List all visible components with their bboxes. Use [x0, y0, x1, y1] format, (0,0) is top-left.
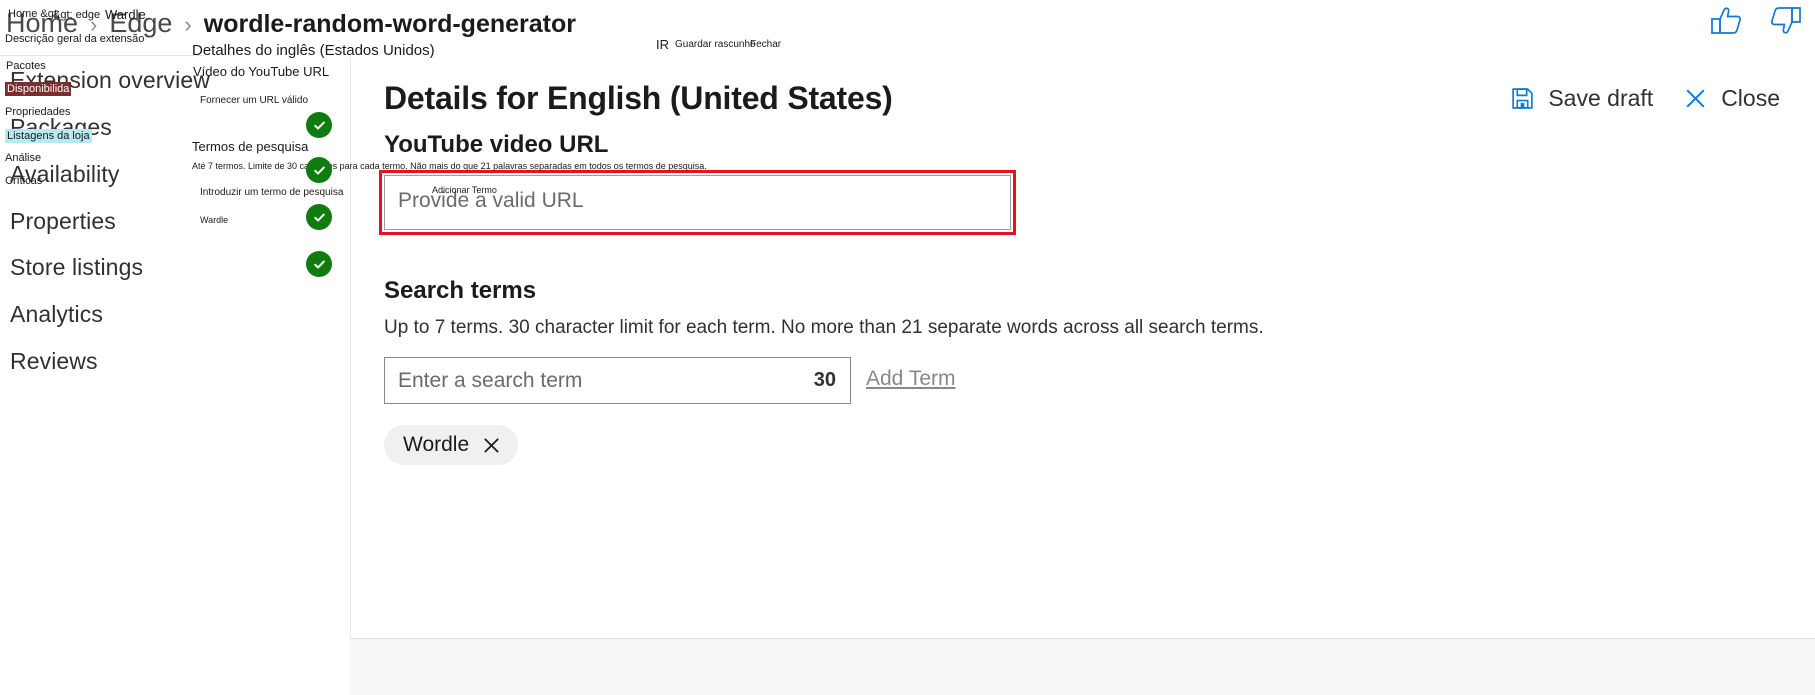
sidebar-item-reviews[interactable]: Reviews: [10, 348, 98, 375]
breadcrumb-item-current: wordle-random-word-generator: [203, 10, 576, 38]
status-check-icon: [306, 251, 332, 277]
sidebar-item-availability[interactable]: Availability: [10, 161, 119, 188]
close-label: Close: [1721, 85, 1780, 111]
save-draft-label: Save draft: [1548, 85, 1654, 111]
breadcrumb-item-edge[interactable]: Edge: [109, 8, 172, 39]
breadcrumb: Home › Edge › wordle-random-word-generat…: [6, 8, 576, 39]
overlay-close-label: Fechar: [750, 39, 782, 50]
remove-chip-icon[interactable]: [482, 436, 501, 455]
panel-footer-area: [350, 639, 1815, 695]
search-term-input[interactable]: Enter a search term 30: [384, 357, 851, 404]
sidebar-item-analytics[interactable]: Analytics: [10, 301, 103, 328]
left-divider: [0, 55, 203, 56]
search-term-char-counter: 30: [813, 369, 836, 391]
save-icon: [1510, 86, 1535, 111]
app-root: Home › Edge › wordle-random-word-generat…: [0, 0, 1815, 695]
search-term-placeholder: Enter a search term: [398, 369, 583, 392]
feedback-icons: [1709, 6, 1803, 36]
sidebar-item-packages[interactable]: Packages: [10, 114, 112, 141]
add-term-button[interactable]: Add Term: [866, 367, 956, 391]
close-button[interactable]: Close: [1683, 85, 1780, 112]
search-term-chip[interactable]: Wordle: [384, 425, 519, 465]
search-terms-description: Up to 7 terms. 30 character limit for ea…: [384, 317, 1264, 338]
youtube-section-heading: YouTube video URL: [384, 131, 609, 158]
breadcrumb-separator-icon: ›: [184, 12, 192, 37]
overlay-save-draft-label: Guardar rascunho: [675, 39, 756, 50]
thumbs-up-icon[interactable]: [1709, 6, 1743, 36]
sidebar-item-store-listings[interactable]: Store listings: [10, 254, 143, 281]
youtube-url-placeholder: Provide a valid URL: [398, 189, 584, 212]
sidebar: Extension overview Packages Availability…: [0, 60, 405, 695]
breadcrumb-separator-icon: ›: [90, 12, 98, 37]
youtube-url-input[interactable]: Provide a valid URL: [384, 175, 1011, 230]
search-term-chip-label: Wordle: [403, 433, 470, 456]
details-panel: Details for English (United States) Save…: [350, 57, 1815, 638]
thumbs-down-icon[interactable]: [1769, 6, 1803, 36]
overlay-go-label: IR: [656, 37, 669, 52]
sidebar-item-extension-overview[interactable]: Extension overview: [10, 67, 210, 94]
close-icon: [1683, 86, 1708, 111]
status-check-icon: [306, 112, 332, 138]
breadcrumb-item-home[interactable]: Home: [6, 8, 78, 39]
sidebar-item-properties[interactable]: Properties: [10, 208, 116, 235]
panel-actions: Save draft Close: [1510, 85, 1780, 112]
search-terms-heading: Search terms: [384, 277, 537, 304]
status-check-icon: [306, 204, 332, 230]
save-draft-button[interactable]: Save draft: [1510, 85, 1653, 112]
page-title: Details for English (United States): [384, 80, 893, 116]
status-check-icon: [306, 157, 332, 183]
